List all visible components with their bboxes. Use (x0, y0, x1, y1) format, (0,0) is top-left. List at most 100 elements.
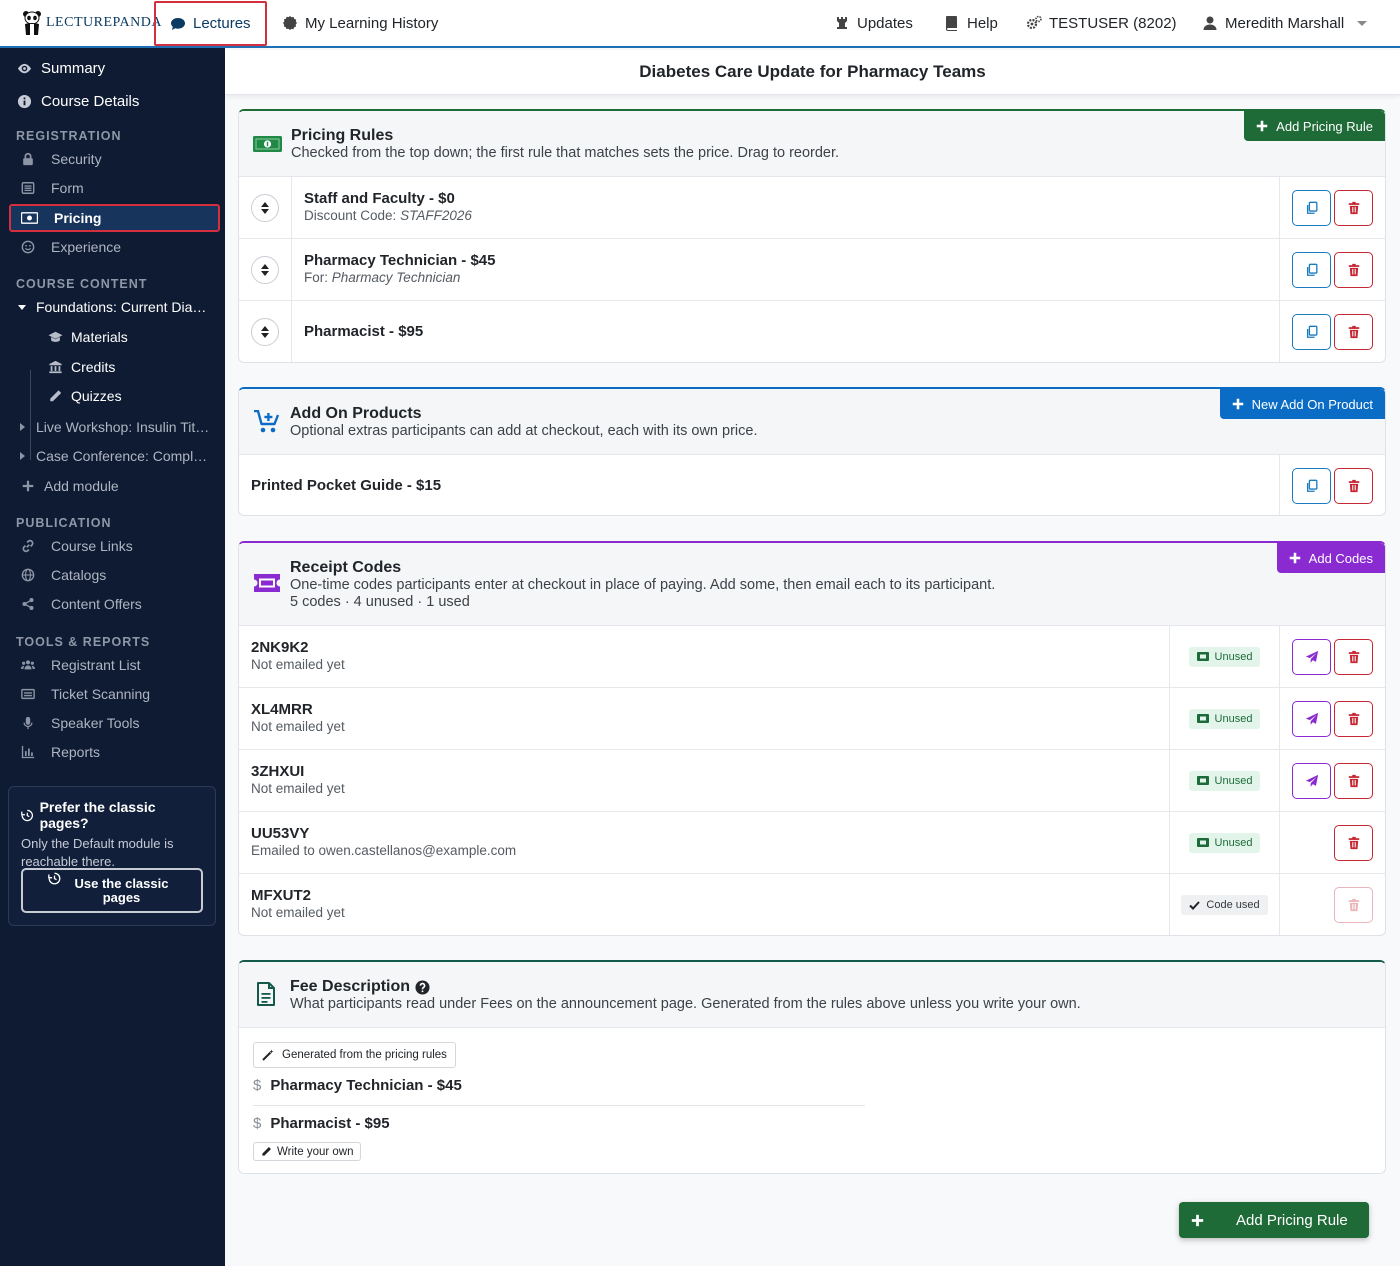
trash-icon (1348, 325, 1359, 339)
badge-cell: Unused (1169, 750, 1279, 811)
duplicate-button[interactable] (1292, 468, 1331, 504)
row-actions (1279, 874, 1385, 935)
row-actions (1279, 239, 1385, 300)
add-on-products-subtitle: Optional extras participants can add at … (290, 423, 758, 439)
nav-account-settings[interactable]: TESTUSER (8202) (1026, 0, 1177, 46)
add-pricing-rule-label: Add Pricing Rule (1276, 118, 1373, 134)
microphone-icon (23, 716, 33, 730)
sidebar-add-module[interactable]: Add module (0, 472, 225, 500)
sidebar-item-form[interactable]: Form (0, 174, 225, 202)
drag-handle[interactable] (251, 318, 279, 346)
sidebar-item-catalogs[interactable]: Catalogs (0, 561, 225, 589)
sidebar-item-security[interactable]: Security (0, 145, 225, 173)
add-on-products-title: Add On Products (290, 405, 422, 422)
send-email-button[interactable] (1292, 701, 1331, 737)
sidebar-item-course-details[interactable]: Course Details (0, 87, 225, 115)
delete-button[interactable] (1334, 639, 1373, 675)
sidebar-module-foundations[interactable]: Foundations: Current Dia… (0, 293, 225, 321)
nav-lectures[interactable]: Lectures (154, 1, 267, 46)
use-classic-pages-button[interactable]: Use the classic pages (21, 868, 203, 913)
drag-handle-cell (239, 239, 292, 300)
row-actions (1279, 812, 1385, 873)
send-email-button[interactable] (1292, 639, 1331, 675)
sidebar-item-label: Content Offers (51, 596, 142, 612)
user-icon (1203, 16, 1217, 30)
duplicate-button[interactable] (1292, 190, 1331, 226)
receipt-code-row: 3ZHXUI Not emailed yet Unused (239, 750, 1385, 812)
drag-handle[interactable] (251, 193, 279, 222)
magic-icon (262, 1049, 274, 1061)
sidebar-module-label: Live Workshop: Insulin Tit… (36, 419, 210, 435)
add-on-products-card: Add On Products Optional extras particip… (238, 387, 1386, 516)
sidebar-item-course-links[interactable]: Course Links (0, 532, 225, 560)
paper-plane-icon (1305, 650, 1318, 663)
nav-lectures-label: Lectures (193, 15, 251, 32)
app-logo[interactable]: LECTUREPANDA (22, 9, 162, 37)
sidebar-item-label: Credits (71, 359, 116, 375)
sidebar-item-speaker-tools[interactable]: Speaker Tools (0, 709, 225, 737)
status-badge: Unused (1188, 708, 1261, 729)
sidebar-item-reports[interactable]: Reports (0, 738, 225, 766)
status-badge: Code used (1181, 895, 1268, 915)
duplicate-button[interactable] (1292, 314, 1331, 350)
caret-right-icon (20, 452, 25, 460)
delete-button[interactable] (1334, 314, 1373, 350)
sidebar-item-content-offers[interactable]: Content Offers (0, 590, 225, 618)
duplicate-button[interactable] (1292, 252, 1331, 288)
sidebar-item-summary[interactable]: Summary (0, 54, 225, 82)
question-circle-icon[interactable] (415, 979, 430, 995)
pricing-rules-title: Pricing Rules (291, 127, 394, 144)
fee-description-header: Fee Description What participants read u… (239, 962, 1385, 1028)
trash-icon (1348, 774, 1359, 788)
delete-button[interactable] (1334, 701, 1373, 737)
panda-logo-icon (23, 11, 41, 35)
classic-pages-text: Only the Default module is reachable the… (21, 836, 174, 869)
sidebar-item-registrant-list[interactable]: Registrant List (0, 651, 225, 679)
ticket-icon (1196, 838, 1209, 847)
delete-button[interactable] (1334, 190, 1373, 226)
row-actions (1279, 750, 1385, 811)
sidebar-item-label: Reports (51, 744, 101, 760)
sidebar-item-label: Materials (71, 329, 128, 345)
sidebar-item-quizzes[interactable]: Quizzes (0, 382, 225, 410)
sidebar-heading-publication: PUBLICATION (16, 516, 112, 530)
delete-button[interactable] (1334, 763, 1373, 799)
sidebar-item-pricing[interactable]: Pricing (9, 204, 220, 232)
sidebar-module-case-conference[interactable]: Case Conference: Compl… (0, 442, 225, 470)
pencil-icon (50, 390, 62, 402)
sidebar-heading-tools: TOOLS & REPORTS (16, 635, 151, 649)
nav-user-label: Meredith Marshall (1225, 14, 1345, 32)
add-pricing-rule-button[interactable]: Add Pricing Rule (1244, 111, 1385, 141)
delete-button-disabled (1334, 887, 1373, 923)
row-actions (1279, 455, 1385, 515)
sidebar-item-materials[interactable]: Materials (0, 323, 225, 351)
send-email-button[interactable] (1292, 763, 1331, 799)
badge-cell: Code used (1169, 874, 1279, 935)
sidebar-item-label: Course Links (51, 538, 133, 554)
link-icon (22, 539, 34, 553)
drag-handle[interactable] (251, 255, 279, 284)
status-badge-label: Unused (1214, 650, 1253, 663)
sort-icon (261, 263, 269, 276)
lock-icon (23, 152, 33, 166)
row-actions (1279, 626, 1385, 687)
sidebar-item-credits[interactable]: Credits (0, 353, 225, 381)
floating-add-pricing-rule-button[interactable]: Add Pricing Rule (1179, 1202, 1369, 1238)
delete-button[interactable] (1334, 252, 1373, 288)
nav-learning-history[interactable]: My Learning History (282, 0, 438, 46)
nav-updates[interactable]: Updates (834, 0, 913, 46)
chevron-down-icon (1357, 20, 1368, 26)
nav-help[interactable]: Help (944, 0, 998, 46)
delete-button[interactable] (1334, 825, 1373, 861)
delete-button[interactable] (1334, 468, 1373, 504)
info-circle-icon (17, 94, 32, 108)
add-codes-label: Add Codes (1308, 550, 1373, 566)
sidebar-item-ticket-scanning[interactable]: Ticket Scanning (0, 680, 225, 708)
sidebar-module-live-workshop[interactable]: Live Workshop: Insulin Tit… (0, 413, 225, 441)
nav-user-menu[interactable]: Meredith Marshall (1202, 0, 1368, 46)
generated-from-rules-label: Generated from the pricing rules (282, 1049, 447, 1061)
write-your-own-button[interactable]: Write your own (253, 1142, 362, 1161)
sidebar-item-experience[interactable]: Experience (0, 233, 225, 261)
new-add-on-product-button[interactable]: New Add On Product (1219, 389, 1385, 419)
add-codes-button[interactable]: Add Codes (1276, 543, 1385, 573)
